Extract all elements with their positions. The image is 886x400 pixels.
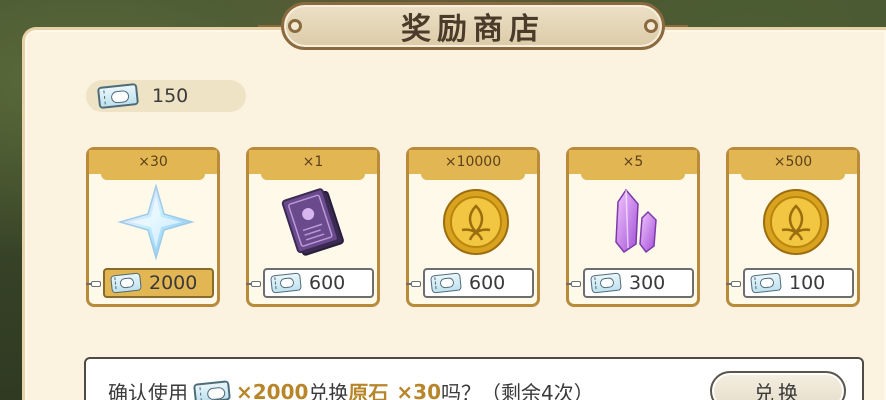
ticket-icon: [193, 379, 231, 400]
crystal-icon: [596, 182, 676, 262]
confirm-bar: 确认使用 ×2000 兑换 原石 ×30 吗？（剩余4次） 兑换: [84, 357, 864, 400]
mora-coin-icon: [436, 182, 516, 262]
plug-icon: [566, 281, 581, 287]
plug-icon: [726, 281, 741, 287]
shop-item-card[interactable]: ×10000 600: [406, 147, 540, 307]
ticket-icon: [430, 272, 462, 294]
item-price: 600: [406, 268, 534, 298]
page-title: 奖励商店: [401, 12, 545, 47]
mora-coin-icon: [756, 182, 836, 262]
shop-item-card[interactable]: ×5 300: [566, 147, 700, 307]
ticket-icon: [96, 82, 140, 110]
ticket-icon: [590, 272, 622, 294]
confirm-item-name: 原石: [348, 381, 389, 400]
ticket-icon: [270, 272, 302, 294]
item-price: 100: [726, 268, 854, 298]
price-value: 2000: [149, 272, 198, 294]
item-quantity: ×5: [569, 150, 697, 180]
confirm-suffix: 吗？（剩余4次）: [441, 381, 594, 400]
confirm-cost: ×2000: [236, 379, 309, 400]
price-value: 600: [469, 272, 506, 294]
plug-icon: [406, 281, 421, 287]
item-quantity: ×500: [729, 150, 857, 180]
currency-balance: 150: [86, 80, 246, 112]
banner-cap-left: [288, 19, 302, 33]
shop-item-card[interactable]: ×500 100: [726, 147, 860, 307]
plug-icon: [86, 281, 101, 287]
primogem-icon: [116, 182, 196, 262]
item-price: 300: [566, 268, 694, 298]
item-quantity: ×30: [89, 150, 217, 180]
confirm-item-qty: ×30: [396, 379, 442, 400]
exchange-button[interactable]: 兑换: [710, 371, 846, 400]
banner-cap-right: [644, 19, 658, 33]
ticket-icon: [110, 272, 142, 294]
ticket-icon: [750, 272, 782, 294]
item-price: 600: [246, 268, 374, 298]
price-value: 100: [789, 272, 826, 294]
item-quantity: ×1: [249, 150, 377, 180]
price-value: 600: [309, 272, 346, 294]
plug-icon: [246, 281, 261, 287]
shop-item-card[interactable]: ×30 2000: [86, 147, 220, 307]
currency-amount: 150: [152, 85, 189, 107]
item-quantity: ×10000: [409, 150, 537, 180]
banner-wire-right: [662, 25, 688, 27]
item-price: 2000: [86, 268, 214, 298]
title-banner: 奖励商店: [258, 2, 688, 50]
confirm-prefix: 确认使用: [108, 381, 188, 400]
price-value: 300: [629, 272, 666, 294]
shop-item-card[interactable]: ×1 600: [246, 147, 380, 307]
confirm-message: 确认使用 ×2000 兑换 原石 ×30 吗？（剩余4次）: [108, 377, 594, 400]
confirm-mid: 兑换: [308, 381, 349, 400]
book-icon: [276, 182, 356, 262]
banner-wire-left: [258, 25, 284, 27]
